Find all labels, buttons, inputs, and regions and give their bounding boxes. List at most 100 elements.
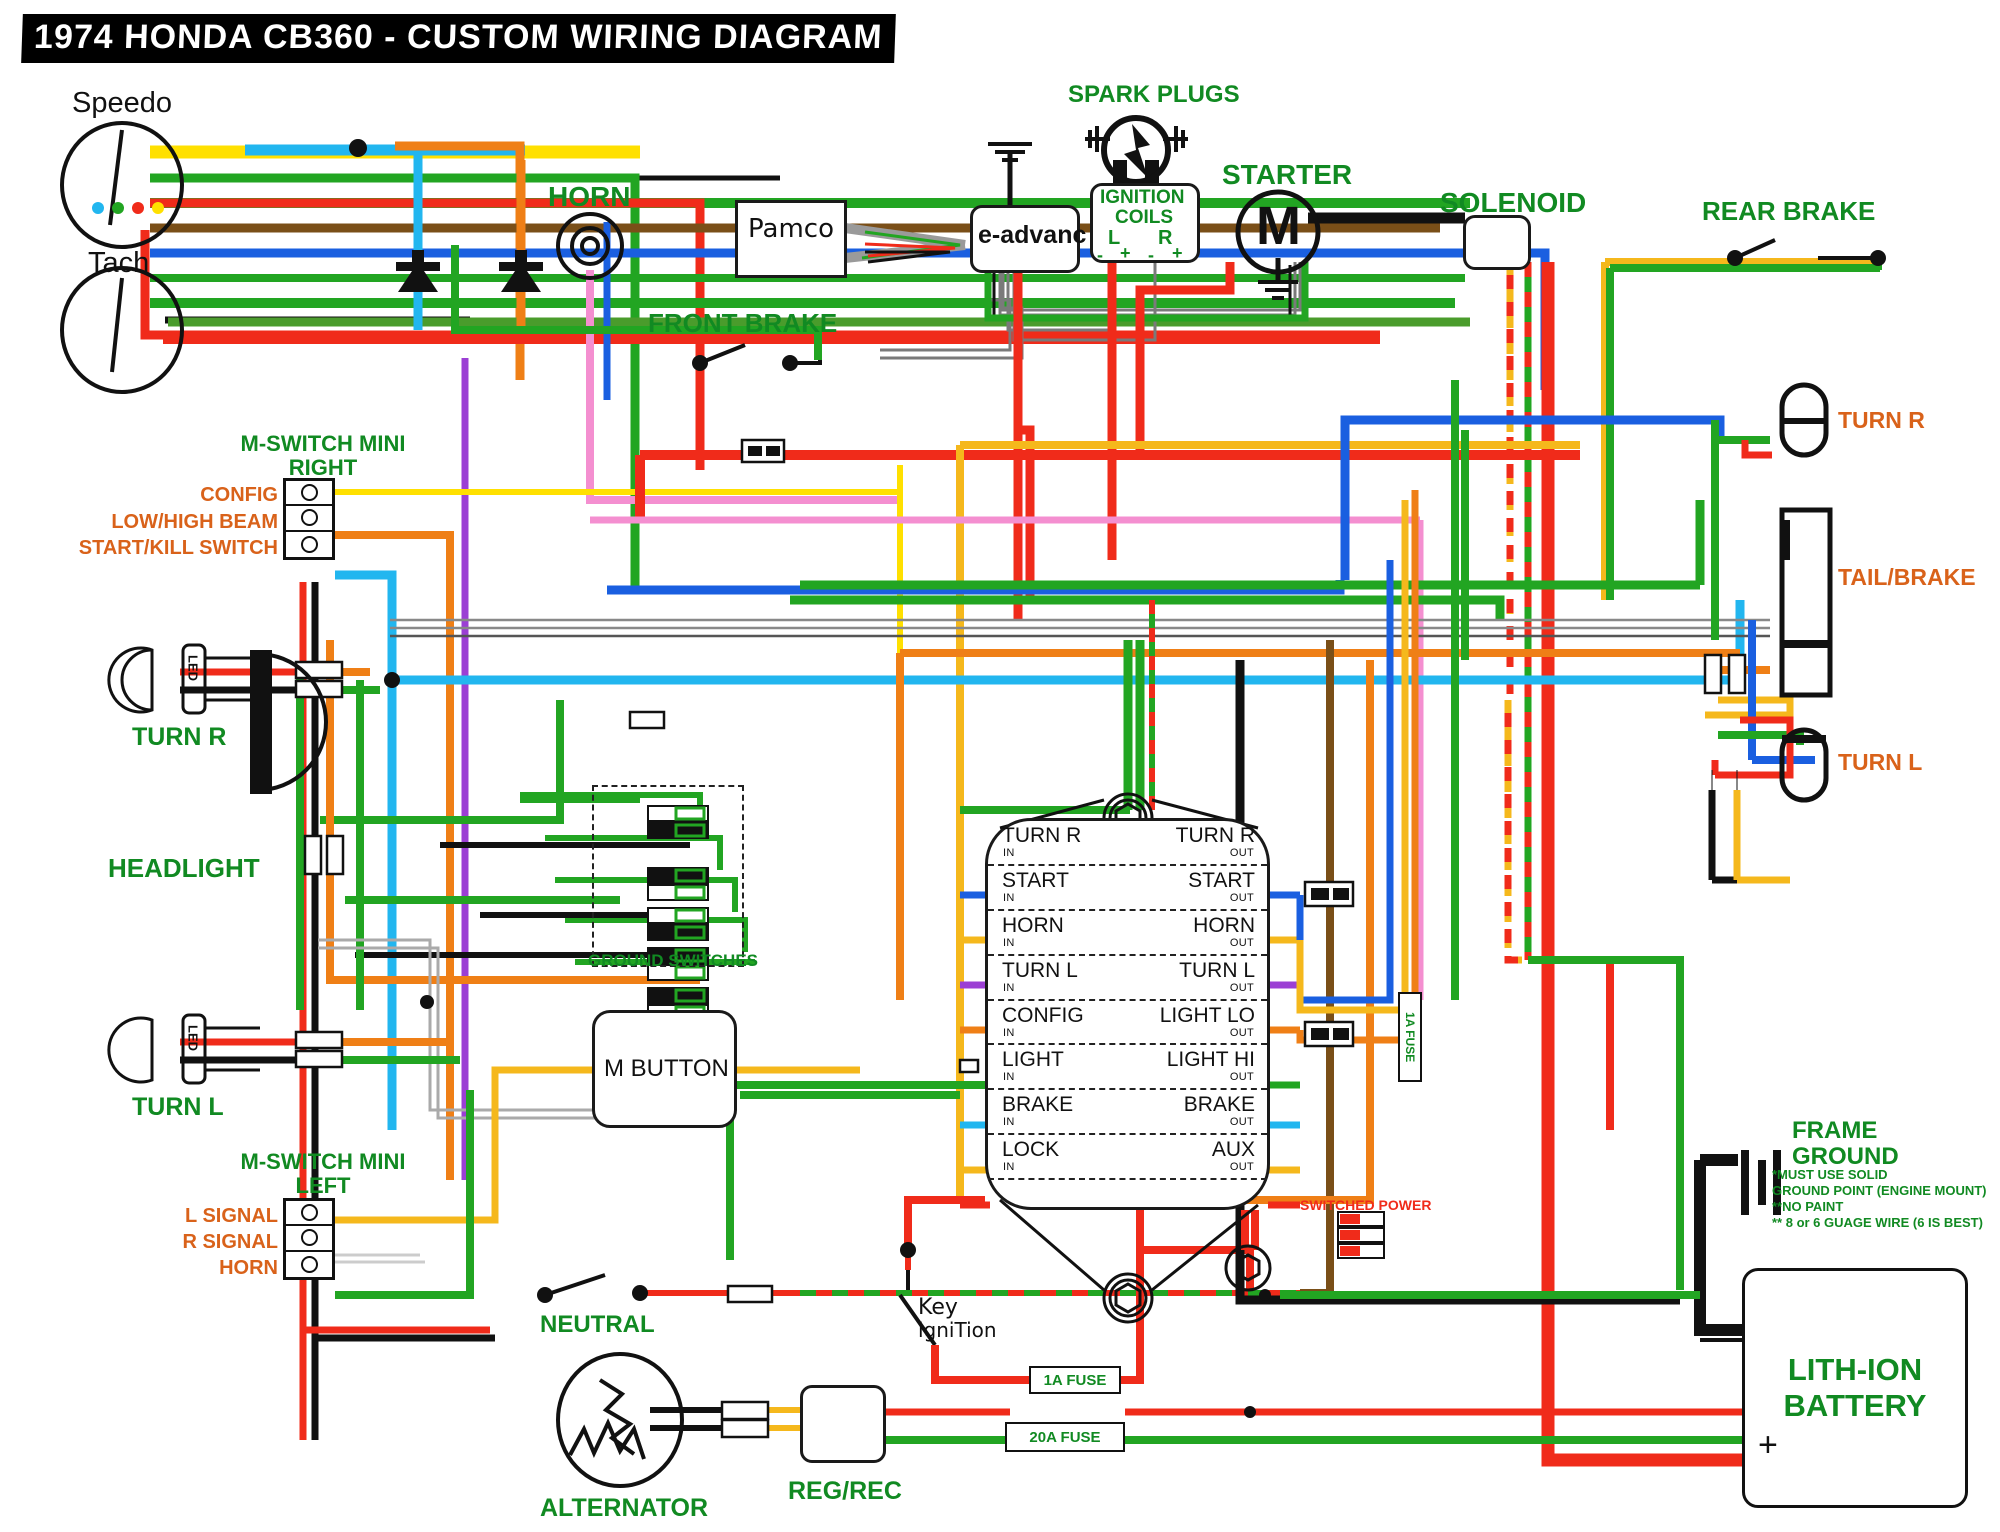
- fuse-1a-vertical: 1A FUSE: [1398, 992, 1422, 1082]
- switch-right-title-line2: RIGHT: [288, 455, 358, 480]
- coil-l-plus: +: [1120, 243, 1131, 263]
- switch-left-label-0: L SIGNAL: [185, 1205, 278, 1227]
- switch-left-row-horn[interactable]: [286, 1252, 332, 1277]
- munit-row[interactable]: CONFIG IN LIGHT LO OUT: [988, 1001, 1267, 1046]
- tach-label: Tach: [88, 247, 150, 279]
- battery-line1: LITH-ION: [1787, 1352, 1923, 1388]
- led-text-turn-r: LED: [185, 655, 201, 681]
- munit-row[interactable]: LOCK IN AUX OUT: [988, 1135, 1267, 1181]
- front-brake-label: FRONT BRAKE: [648, 308, 838, 338]
- coil-r-plus: +: [1172, 243, 1183, 263]
- munit-out-label: HORN OUT: [1193, 913, 1255, 949]
- ignition-coils-line2: COILS: [1115, 207, 1174, 228]
- switch-left-title-line2: LEFT: [295, 1173, 351, 1198]
- eadvance-label: e-advanc: [978, 221, 1087, 249]
- frame-ground-line2: GROUND: [1792, 1143, 1899, 1170]
- m-switch-mini-left[interactable]: [283, 1198, 335, 1280]
- switched-power-label: SWITCHED POWER: [1300, 1197, 1432, 1213]
- fuse-20a: 20A FUSE: [1005, 1422, 1125, 1452]
- battery-line2: BATTERY: [1783, 1388, 1927, 1423]
- munit-in-label: CONFIG IN: [1002, 1003, 1084, 1039]
- switch-right-row-startkill[interactable]: [286, 532, 332, 557]
- switch-left-label-2: HORN: [219, 1257, 278, 1279]
- coil-r-label: R: [1158, 227, 1173, 249]
- battery-box: LITH-ION BATTERY: [1742, 1268, 1968, 1508]
- wiring-diagram-canvas: 1974 HONDA CB360 - CUSTOM WIRING DIAGRAM…: [0, 0, 2000, 1532]
- munit-row[interactable]: TURN R IN TURN R OUT: [988, 821, 1267, 866]
- munit-in-label: HORN IN: [1002, 913, 1064, 949]
- ground-switches-label: GROUND SWITCHES: [588, 951, 758, 970]
- frame-ground-note4: ** 8 or 6 GUAGE WIRE (6 IS BEST): [1772, 1215, 1983, 1230]
- turn-l-right-label: TURN L: [1838, 749, 1923, 775]
- coil-l-minus: -: [1097, 245, 1103, 265]
- m-button-label: M BUTTON: [604, 1055, 729, 1082]
- ignition-coils-line1: IGNITION: [1100, 187, 1185, 208]
- munit-out-label: BRAKE OUT: [1183, 1093, 1255, 1129]
- switch-right-label-0: CONFIG: [200, 484, 278, 506]
- munit-in-label: LOCK IN: [1002, 1138, 1060, 1174]
- speedo-label: Speedo: [72, 87, 172, 119]
- munit-out-label: TURN R OUT: [1175, 824, 1255, 859]
- munit-out-label: TURN L OUT: [1179, 958, 1255, 994]
- page-title: 1974 HONDA CB360 - CUSTOM WIRING DIAGRAM: [21, 14, 896, 63]
- turn-l-left-label: TURN L: [132, 1093, 224, 1121]
- munit-row[interactable]: TURN L IN TURN L OUT: [988, 956, 1267, 1001]
- alternator-label: ALTERNATOR: [540, 1494, 709, 1522]
- munit-row[interactable]: BRAKE IN BRAKE OUT: [988, 1090, 1267, 1136]
- munit-in-label: LIGHT IN: [1002, 1048, 1064, 1084]
- ground-switches-box: [592, 785, 744, 967]
- pamco-label: Pamco: [748, 214, 834, 244]
- starter-motor-glyph: M: [1256, 196, 1301, 256]
- coil-l-label: L: [1108, 227, 1121, 249]
- munit-out-label: AUX OUT: [1211, 1138, 1255, 1174]
- battery-plus-terminal: +: [1758, 1426, 1778, 1464]
- switch-left-title-line1: M-SWITCH MINI: [240, 1149, 406, 1174]
- munit-row[interactable]: LIGHT IN LIGHT HI OUT: [988, 1045, 1267, 1091]
- munit-in-label: BRAKE IN: [1002, 1093, 1074, 1129]
- frame-ground-note3: **NO PAINT: [1772, 1199, 1844, 1214]
- button-circle-icon: [300, 1229, 318, 1247]
- switch-right-row-config[interactable]: [286, 481, 332, 507]
- button-circle-icon: [300, 509, 318, 527]
- neutral-label: NEUTRAL: [540, 1311, 655, 1338]
- munit-row[interactable]: START IN START OUT: [988, 866, 1267, 911]
- solenoid-label: SOLENOID: [1440, 187, 1587, 218]
- headlight-label: HEADLIGHT: [108, 853, 260, 883]
- switch-left-row-lsignal[interactable]: [286, 1201, 332, 1227]
- munit-out-label: LIGHT HI OUT: [1166, 1048, 1255, 1084]
- munit-out-label: START OUT: [1188, 868, 1255, 904]
- key-ignition-line2: igniTion: [918, 1318, 997, 1342]
- munit-in-label: TURN R IN: [1002, 824, 1082, 859]
- button-circle-icon: [300, 1255, 318, 1273]
- button-circle-icon: [300, 484, 318, 502]
- frame-ground-note1: *MUST USE SOLID: [1772, 1167, 1888, 1182]
- switch-left-label-1: R SIGNAL: [182, 1231, 278, 1253]
- m-unit-terminal-block: TURN R IN TURN R OUT START IN START OUT HORN…: [985, 818, 1270, 1210]
- switch-right-label-2: START/KILL SWITCH: [78, 537, 278, 559]
- coil-r-minus: -: [1148, 245, 1154, 265]
- reg-rec-label: REG/REC: [788, 1477, 902, 1505]
- frame-ground-line1: FRAME: [1792, 1117, 1878, 1144]
- munit-row[interactable]: HORN IN HORN OUT: [988, 911, 1267, 956]
- reg-rec-box: [800, 1385, 886, 1463]
- munit-out-label: LIGHT LO OUT: [1159, 1003, 1255, 1039]
- switch-right-label-1: LOW/HIGH BEAM: [111, 511, 278, 533]
- switch-right-row-lowhigh[interactable]: [286, 506, 332, 532]
- led-text-turn-l: LED: [185, 1025, 201, 1051]
- turn-r-left-label: TURN R: [132, 723, 227, 751]
- turn-r-right-label: TURN R: [1838, 407, 1925, 433]
- horn-label: HORN: [548, 181, 631, 212]
- fuse-1a-main: 1A FUSE: [1029, 1366, 1121, 1394]
- frame-ground-note2: GROUND POINT (ENGINE MOUNT): [1772, 1183, 1987, 1198]
- key-ignition-line1: Key: [918, 1295, 958, 1320]
- spark-plugs-label: SPARK PLUGS: [1068, 81, 1240, 108]
- rear-brake-label: REAR BRAKE: [1702, 196, 1876, 226]
- munit-in-label: TURN L IN: [1002, 958, 1078, 994]
- switch-left-row-rsignal[interactable]: [286, 1226, 332, 1252]
- m-switch-mini-right[interactable]: [283, 478, 335, 560]
- munit-in-label: START IN: [1002, 868, 1069, 904]
- starter-label: STARTER: [1222, 159, 1353, 190]
- solenoid-box: [1463, 215, 1531, 270]
- button-circle-icon: [300, 535, 318, 553]
- button-circle-icon: [300, 1204, 318, 1222]
